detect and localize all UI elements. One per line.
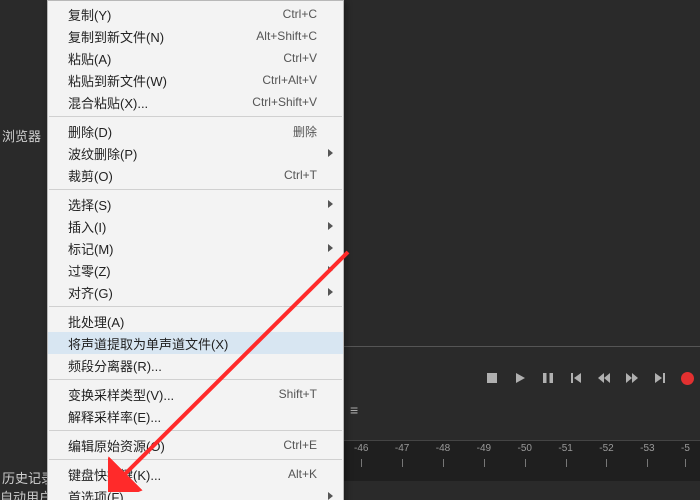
menu-item-shortcut: Ctrl+Alt+V [262,73,317,87]
menu-item-shortcut: Shift+T [279,387,317,401]
menu-item-shortcut: Ctrl+T [284,168,317,182]
menu-item-label: 变换采样类型(V)... [68,385,279,404]
menu-item-shortcut: Alt+Shift+C [256,29,317,43]
menu-item[interactable]: 粘贴到新文件(W)Ctrl+Alt+V [48,69,343,91]
ruler-tick: -52 [599,443,613,454]
menu-item[interactable]: 解释采样率(E)... [48,405,343,427]
menu-item-label: 粘贴到新文件(W) [68,71,262,90]
ruler-tick: -46 [354,443,368,454]
menu-item-label: 粘贴(A) [68,49,283,68]
rewind-icon[interactable] [597,371,611,385]
menu-item[interactable]: 混合粘贴(X)...Ctrl+Shift+V [48,91,343,113]
menu-item-shortcut: Ctrl+E [283,438,317,452]
db-ruler: -46 -47 -48 -49 -50 -51 -52 -53 -5 [344,440,700,481]
play-icon[interactable] [513,371,527,385]
ruler-tick: -53 [640,443,654,454]
menu-item-label: 解释采样率(E)... [68,407,317,426]
menu-item[interactable]: 键盘快捷键(K)...Alt+K [48,463,343,485]
menu-item-shortcut: Ctrl+V [283,51,317,65]
menu-item-label: 批处理(A) [68,312,317,331]
menu-item[interactable]: 复制到新文件(N)Alt+Shift+C [48,25,343,47]
menu-item[interactable]: 批处理(A) [48,310,343,332]
ruler-tick: -50 [518,443,532,454]
menu-item-label: 标记(M) [68,239,317,258]
menu-item[interactable]: 复制(Y)Ctrl+C [48,3,343,25]
menu-item-label: 插入(I) [68,217,317,236]
fast-forward-icon[interactable] [625,371,639,385]
menu-item[interactable]: 插入(I) [48,215,343,237]
menu-item[interactable]: 标记(M) [48,237,343,259]
menu-item-label: 过零(Z) [68,261,317,280]
menu-item[interactable]: 对齐(G) [48,281,343,303]
menu-item-shortcut: Alt+K [288,467,317,481]
playback-bar [344,346,700,399]
menu-item-label: 对齐(G) [68,283,317,302]
menu-separator [49,459,342,460]
browser-panel-label: 浏览器 [2,126,41,145]
hamburger-icon[interactable]: ≡ [350,402,358,418]
menu-item[interactable]: 将声道提取为单声道文件(X) [48,332,343,354]
menu-separator [49,306,342,307]
menu-item[interactable]: 首选项(F) [48,485,343,500]
menu-item[interactable]: 编辑原始资源(O)Ctrl+E [48,434,343,456]
menu-item-label: 裁剪(O) [68,166,284,185]
menu-item[interactable]: 裁剪(O)Ctrl+T [48,164,343,186]
ruler-tick: -51 [558,443,572,454]
context-menu: 复制(Y)Ctrl+C复制到新文件(N)Alt+Shift+C粘贴(A)Ctrl… [47,0,344,500]
menu-item[interactable]: 删除(D)删除 [48,120,343,142]
ruler-tick: -5 [681,443,690,454]
menu-item-label: 混合粘贴(X)... [68,93,252,112]
menu-item[interactable]: 粘贴(A)Ctrl+V [48,47,343,69]
menu-item-label: 复制到新文件(N) [68,27,256,46]
menu-item-label: 波纹删除(P) [68,144,317,163]
menu-item-label: 复制(Y) [68,5,283,24]
menu-item-label: 删除(D) [68,122,293,141]
menu-separator [49,189,342,190]
menu-separator [49,430,342,431]
ruler-tick: -48 [436,443,450,454]
menu-item[interactable]: 波纹删除(P) [48,142,343,164]
menu-item-label: 键盘快捷键(K)... [68,465,288,484]
menu-item-shortcut: Ctrl+C [283,7,317,21]
menu-item-label: 编辑原始资源(O) [68,436,283,455]
menu-item[interactable]: 选择(S) [48,193,343,215]
ruler-tick: -47 [395,443,409,454]
stop-icon[interactable] [485,371,499,385]
menu-item-label: 选择(S) [68,195,317,214]
footer-label: 自动用户 [0,487,52,500]
menu-item-label: 首选项(F) [68,487,317,500]
ruler-tick: -49 [477,443,491,454]
menu-item-label: 频段分离器(R)... [68,356,317,375]
record-icon[interactable] [681,372,694,385]
skip-start-icon[interactable] [569,371,583,385]
menu-separator [49,379,342,380]
menu-separator [49,116,342,117]
pause-icon[interactable] [541,371,555,385]
menu-item[interactable]: 过零(Z) [48,259,343,281]
app-root: 浏览器 历史记录 自动用户 ≡ -46-47-48-49-50-51-52-53… [0,0,700,500]
menu-item-shortcut: Ctrl+Shift+V [252,95,317,109]
menu-item[interactable]: 频段分离器(R)... [48,354,343,376]
menu-item[interactable]: 变换采样类型(V)...Shift+T [48,383,343,405]
menu-item-shortcut: 删除 [293,123,317,140]
skip-end-icon[interactable] [653,371,667,385]
menu-item-label: 将声道提取为单声道文件(X) [68,334,317,353]
